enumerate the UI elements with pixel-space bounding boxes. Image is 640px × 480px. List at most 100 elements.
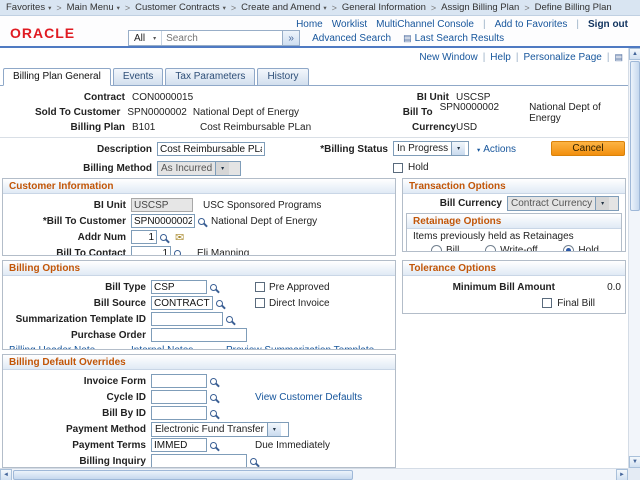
bill-type-label: Bill Type: [3, 282, 151, 293]
bill-to-contact-input[interactable]: [131, 246, 171, 256]
nav-multichannel-console[interactable]: MultiChannel Console: [376, 19, 474, 30]
lookup-icon[interactable]: [250, 458, 257, 465]
transaction-options-title: Transaction Options: [403, 179, 625, 194]
tab-events[interactable]: Events: [113, 68, 164, 85]
lookup-icon[interactable]: [210, 378, 217, 385]
nav-add-to-favorites[interactable]: Add to Favorites: [495, 19, 568, 30]
billing-header-note-link[interactable]: Billing Header Note: [9, 345, 95, 350]
lookup-icon[interactable]: [210, 394, 217, 401]
tolerance-options-section: Tolerance Options Minimum Bill Amount 0.…: [402, 260, 626, 314]
horizontal-scrollbar-thumb[interactable]: [13, 470, 353, 480]
bill-to-customer-label: *Bill To Customer: [3, 216, 131, 227]
lookup-icon[interactable]: [198, 218, 205, 225]
bill-type-input[interactable]: [151, 280, 207, 294]
internal-notes-link[interactable]: Internal Notes: [131, 345, 193, 350]
direct-invoice-checkbox[interactable]: [255, 298, 265, 308]
billing-method-select: As Incurred▾: [157, 161, 241, 176]
view-customer-defaults-link[interactable]: View Customer Defaults: [255, 392, 362, 403]
minimum-bill-amount-value: 0.0: [561, 282, 625, 293]
search-scope-select[interactable]: All▾: [129, 31, 162, 45]
page-content: New Window | Help | Personalize Page | ▤…: [0, 48, 628, 468]
vertical-scrollbar[interactable]: ▲ ▼: [628, 48, 640, 468]
notepad-icon[interactable]: ▤: [614, 52, 623, 63]
new-window-link[interactable]: New Window: [419, 52, 477, 63]
scroll-left-arrow[interactable]: ◄: [0, 469, 12, 480]
minimum-bill-amount-row: Minimum Bill Amount 0.0: [403, 279, 625, 295]
lookup-icon[interactable]: [226, 316, 233, 323]
bill-to-customer-input[interactable]: [131, 214, 195, 228]
bill-currency-row: Bill Currency Contract Currency▾: [403, 195, 625, 211]
addr-num-row: Addr Num ✉: [3, 229, 395, 245]
horizontal-scrollbar[interactable]: ◄ ►: [0, 468, 628, 480]
cancel-button[interactable]: Cancel: [551, 141, 625, 156]
billing-inquiry-label: Billing Inquiry: [3, 456, 151, 467]
search-input[interactable]: [162, 31, 282, 45]
lookup-icon[interactable]: [160, 234, 167, 241]
breadcrumb-favorites[interactable]: Favorites▾: [6, 2, 51, 13]
lookup-icon[interactable]: [210, 284, 217, 291]
hold-checkbox[interactable]: [393, 163, 403, 173]
scroll-right-arrow[interactable]: ►: [616, 469, 628, 480]
bill-radio[interactable]: [431, 245, 442, 252]
billing-inquiry-row: Billing Inquiry: [3, 453, 395, 468]
invoice-form-input[interactable]: [151, 374, 207, 388]
tab-billing-plan-general[interactable]: Billing Plan General: [3, 68, 111, 86]
currency-label: Currency: [412, 122, 456, 133]
bill-to-customer-desc: National Dept of Energy: [211, 216, 317, 227]
nav-sign-out[interactable]: Sign out: [588, 19, 628, 30]
breadcrumb-separator: >: [524, 3, 529, 13]
final-bill-checkbox[interactable]: [542, 298, 552, 308]
billing-inquiry-input[interactable]: [151, 454, 247, 468]
scroll-down-arrow[interactable]: ▼: [629, 456, 640, 468]
hold-radio[interactable]: [563, 245, 574, 252]
breadcrumb-define-billing-plan[interactable]: Define Billing Plan: [535, 2, 612, 13]
cycle-id-input[interactable]: [151, 390, 207, 404]
billing-status-select[interactable]: In Progress▾: [393, 141, 469, 156]
breadcrumb-create-and-amend[interactable]: Create and Amend▾: [241, 2, 327, 13]
retainage-options-title: Retainage Options: [407, 214, 621, 229]
breadcrumb-general-information[interactable]: General Information: [342, 2, 426, 13]
nav-home[interactable]: Home: [296, 19, 323, 30]
payment-method-select[interactable]: Electronic Fund Transfer▾: [151, 422, 289, 437]
breadcrumb-customer-contracts[interactable]: Customer Contracts▾: [135, 2, 226, 13]
bill-by-id-label: Bill By ID: [3, 408, 151, 419]
tab-history[interactable]: History: [257, 68, 308, 85]
nav-worklist[interactable]: Worklist: [332, 19, 367, 30]
last-search-results-link[interactable]: Last Search Results: [415, 33, 505, 44]
preview-summarization-template-link[interactable]: Preview Summarization Template: [226, 345, 374, 350]
purchase-order-input[interactable]: [151, 328, 247, 342]
chevron-down-icon: ▾: [117, 4, 120, 12]
chevron-down-icon: ▾: [451, 142, 465, 155]
bill-source-input[interactable]: [151, 296, 213, 310]
lookup-icon[interactable]: [210, 410, 217, 417]
bill-currency-label: Bill Currency: [403, 198, 507, 209]
tab-tax-parameters[interactable]: Tax Parameters: [165, 68, 255, 85]
personalize-page-link[interactable]: Personalize Page: [523, 52, 601, 63]
customer-information-title: Customer Information: [3, 179, 395, 194]
summarization-template-input[interactable]: [151, 312, 223, 326]
write-off-radio[interactable]: [485, 245, 496, 252]
envelope-icon[interactable]: ✉: [175, 231, 184, 244]
bill-by-id-input[interactable]: [151, 406, 207, 420]
plan-summary: Contract CON0000015 BI Unit USCSP Sold T…: [0, 90, 628, 135]
bill-to-customer-row: *Bill To Customer National Dept of Energ…: [3, 213, 395, 229]
bill-source-label: Bill Source: [3, 298, 151, 309]
breadcrumb-assign-billing-plan[interactable]: Assign Billing Plan: [441, 2, 519, 13]
search-go-button[interactable]: »: [282, 31, 299, 45]
lookup-icon[interactable]: [210, 442, 217, 449]
actions-menu[interactable]: ▾Actions: [477, 144, 516, 155]
lookup-icon[interactable]: [216, 300, 223, 307]
payment-terms-input[interactable]: [151, 438, 207, 452]
description-input[interactable]: [157, 142, 265, 156]
pre-approved-checkbox[interactable]: [255, 282, 265, 292]
scroll-up-arrow[interactable]: ▲: [629, 48, 640, 60]
sold-to-desc: National Dept of Energy: [193, 107, 397, 118]
breadcrumb-main-menu[interactable]: Main Menu▾: [67, 2, 120, 13]
invoice-form-row: Invoice Form: [3, 373, 395, 389]
vertical-scrollbar-thumb[interactable]: [630, 61, 640, 211]
advanced-search-link[interactable]: Advanced Search: [312, 33, 391, 44]
addr-num-input[interactable]: [131, 230, 157, 244]
payment-terms-row: Payment Terms Due Immediately: [3, 437, 395, 453]
help-link[interactable]: Help: [490, 52, 511, 63]
lookup-icon[interactable]: [174, 250, 181, 257]
